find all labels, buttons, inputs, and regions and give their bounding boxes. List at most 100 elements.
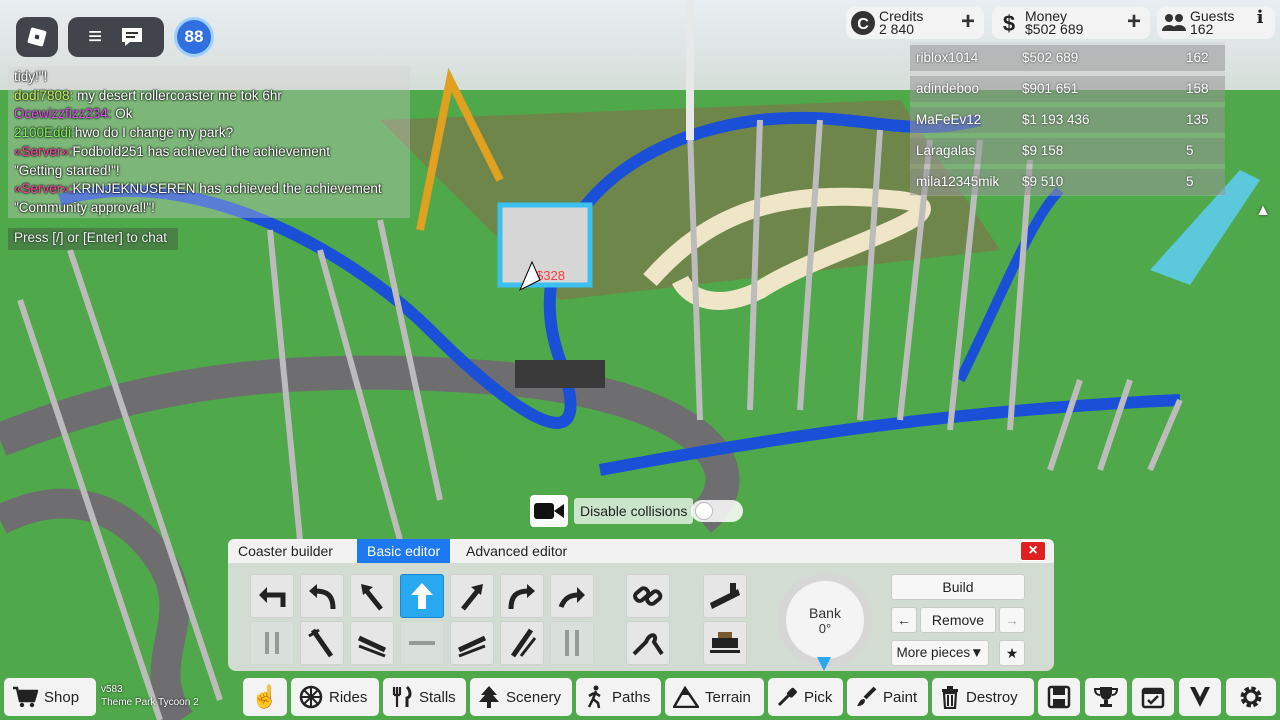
walking-person-icon bbox=[584, 685, 606, 709]
leaderboard-guests: 162 bbox=[1186, 50, 1209, 65]
scenery-button[interactable]: Scenery bbox=[470, 678, 572, 716]
leaderboard-player-name: adindeboo bbox=[916, 81, 980, 96]
previous-piece-button[interactable]: ← bbox=[891, 607, 917, 633]
select-hand-button[interactable]: ☝ bbox=[243, 678, 287, 716]
turn-left-piece[interactable] bbox=[300, 574, 344, 618]
credits-display: C Credits 2 840 + bbox=[846, 7, 984, 39]
calendar-button[interactable] bbox=[1132, 678, 1174, 716]
chain-lift-piece[interactable] bbox=[626, 574, 670, 618]
rides-button[interactable]: Rides bbox=[291, 678, 379, 716]
chat-input-hint[interactable]: Press [/] or [Enter] to chat bbox=[8, 228, 178, 250]
toggle-knob bbox=[695, 502, 714, 520]
special-element-piece[interactable] bbox=[626, 621, 670, 665]
chat-author[interactable]: 2100Eddi: bbox=[14, 125, 75, 140]
collapse-leaderboard-icon[interactable]: ▲ bbox=[1252, 202, 1274, 224]
chevron-badge-icon bbox=[1190, 687, 1210, 707]
leaderboard-money: $901 651 bbox=[1022, 81, 1079, 96]
slope-up-piece[interactable] bbox=[450, 621, 494, 665]
turn-right-piece[interactable] bbox=[500, 574, 544, 618]
rank-button[interactable] bbox=[1179, 678, 1221, 716]
build-button[interactable]: Build bbox=[891, 574, 1025, 600]
leaderboard-row[interactable]: MaFeEv12 $1 193 436 135 bbox=[910, 107, 1225, 133]
chat-message: KRINJEKNUSEREN has achieved the achievem… bbox=[72, 181, 382, 197]
brakes-piece[interactable] bbox=[703, 574, 747, 618]
more-pieces-dropdown[interactable]: More pieces▼ bbox=[891, 640, 989, 666]
hamburger-menu-icon[interactable]: ≡ bbox=[88, 25, 102, 49]
bank-label: Bank bbox=[809, 604, 841, 621]
chat-line: «Server»:KRINJEKNUSEREN has achieved the… bbox=[14, 180, 404, 199]
camera-button[interactable] bbox=[530, 495, 568, 527]
buy-money-plus-icon[interactable]: + bbox=[1122, 10, 1146, 35]
scenery-label: Scenery bbox=[506, 688, 562, 706]
tab-basic-editor[interactable]: Basic editor bbox=[357, 539, 451, 563]
chat-author[interactable]: Ocewizzfizz234: bbox=[14, 106, 112, 121]
chat-line: "Getting started!"! bbox=[14, 162, 404, 181]
camera-icon bbox=[534, 503, 564, 519]
chat-author[interactable]: «Server»: bbox=[14, 144, 73, 159]
buy-credits-plus-icon[interactable]: + bbox=[956, 10, 980, 35]
chat-icon[interactable] bbox=[120, 26, 144, 48]
settings-button[interactable] bbox=[1226, 678, 1276, 716]
shop-button[interactable]: Shop bbox=[4, 678, 96, 716]
leaderboard-row[interactable]: adindeboo $901 651 158 bbox=[910, 76, 1225, 102]
close-builder-button[interactable]: × bbox=[1020, 541, 1046, 561]
chat-author[interactable]: dodi7808: bbox=[14, 88, 73, 103]
dollar-icon: $ bbox=[1002, 10, 1016, 36]
leaderboard-money: $1 193 436 bbox=[1022, 112, 1090, 127]
builder-body: Bank 0° Build ← Remove → More pieces▼ ★ bbox=[228, 563, 1054, 671]
save-button[interactable] bbox=[1038, 678, 1080, 716]
remove-button[interactable]: Remove bbox=[920, 607, 996, 633]
steep-up-piece[interactable] bbox=[500, 621, 544, 665]
paint-button[interactable]: Paint bbox=[847, 678, 928, 716]
mountain-icon bbox=[673, 686, 699, 708]
stalls-button[interactable]: Stalls bbox=[383, 678, 466, 716]
roblox-menu-button[interactable] bbox=[16, 17, 58, 57]
favorite-star-button[interactable]: ★ bbox=[999, 640, 1025, 666]
slight-left-piece[interactable] bbox=[350, 574, 394, 618]
turn-left-sharp-piece[interactable] bbox=[250, 574, 294, 618]
tree-icon bbox=[478, 685, 500, 709]
chat-line: «Server»:Fodbold251 has achieved the ach… bbox=[14, 143, 404, 162]
turn-right-sharp-piece[interactable] bbox=[550, 574, 594, 618]
next-piece-button[interactable]: → bbox=[999, 607, 1025, 633]
chain-link-icon bbox=[633, 586, 663, 606]
chat-message: Ok bbox=[111, 106, 133, 122]
coaster-builder-panel: Coaster builder Basic editor Advanced ed… bbox=[228, 539, 1054, 671]
destroy-button[interactable]: Destroy bbox=[932, 678, 1034, 716]
terrain-button[interactable]: Terrain bbox=[665, 678, 764, 716]
info-icon[interactable]: i bbox=[1249, 9, 1271, 35]
vertical-piece[interactable] bbox=[550, 621, 594, 665]
builder-title: Coaster builder bbox=[238, 543, 333, 559]
disable-collisions-toggle[interactable] bbox=[691, 500, 744, 522]
chat-message: my desert rollercoaster me tok 6hr bbox=[73, 87, 282, 103]
chat-message: "Community approval!"! bbox=[14, 199, 155, 215]
paths-button[interactable]: Paths bbox=[576, 678, 661, 716]
leaderboard-player-name: Laragalas bbox=[916, 143, 976, 158]
credits-icon: C bbox=[849, 9, 877, 37]
shop-label: Shop bbox=[44, 688, 80, 706]
leaderboard-row[interactable]: mila12345mik $9 510 5 bbox=[910, 169, 1225, 195]
steep-up-icon bbox=[510, 628, 537, 658]
up-arrow-icon bbox=[411, 583, 433, 609]
tab-advanced-editor[interactable]: Advanced editor bbox=[456, 539, 577, 563]
player-level-badge[interactable]: 88 bbox=[174, 17, 214, 57]
bank-dial[interactable]: Bank 0° bbox=[778, 573, 872, 667]
slope-down-piece[interactable] bbox=[350, 621, 394, 665]
achievements-button[interactable] bbox=[1085, 678, 1127, 716]
slope-down-icon bbox=[357, 635, 387, 658]
leaderboard-row[interactable]: riblox1014 $502 689 162 bbox=[910, 45, 1225, 71]
chat-author[interactable]: «Server»: bbox=[14, 181, 73, 196]
pick-label: Pick bbox=[804, 688, 833, 706]
player-leaderboard: riblox1014 $502 689 162 adindeboo $901 651 15… bbox=[910, 42, 1225, 196]
steep-down-piece[interactable] bbox=[300, 621, 344, 665]
leaderboard-row[interactable]: Laragalas $9 158 5 bbox=[910, 138, 1225, 164]
straight-piece[interactable] bbox=[400, 574, 444, 618]
level-piece[interactable] bbox=[400, 621, 444, 665]
flat-track-piece[interactable] bbox=[250, 621, 294, 665]
roblox-logo-icon bbox=[27, 27, 47, 47]
pick-button[interactable]: Pick bbox=[768, 678, 843, 716]
ferris-wheel-icon bbox=[299, 685, 323, 709]
station-piece[interactable] bbox=[703, 621, 747, 665]
curve-left-arrow-icon bbox=[309, 584, 336, 610]
slight-right-piece[interactable] bbox=[450, 574, 494, 618]
